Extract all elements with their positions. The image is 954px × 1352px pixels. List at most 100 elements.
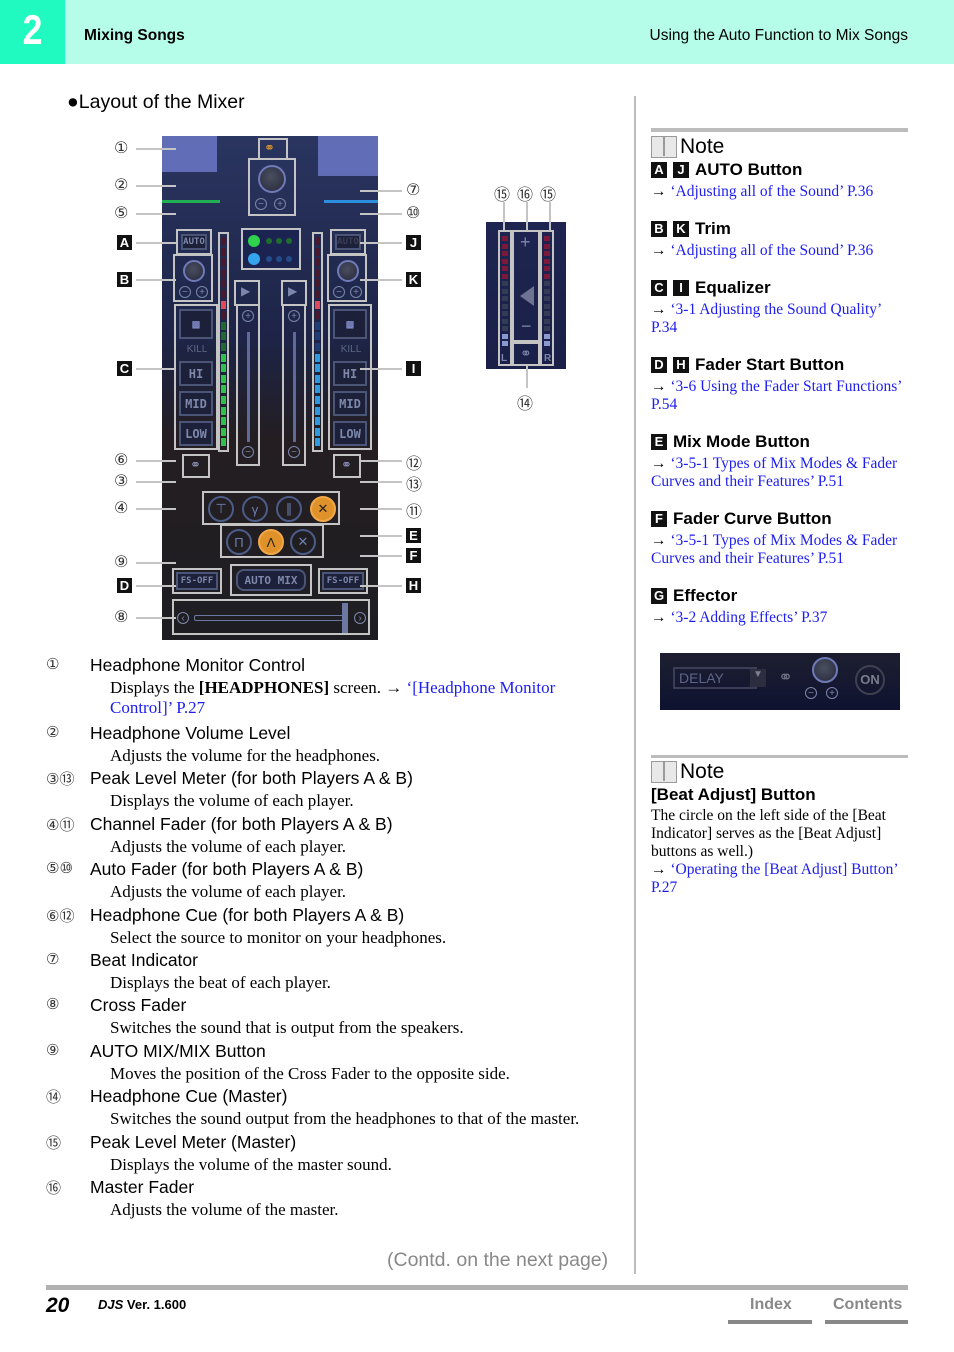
callout-line [136, 279, 176, 281]
low-button-a[interactable]: LOW [179, 421, 213, 446]
trim-knob-b[interactable] [337, 260, 359, 282]
effect-on-button[interactable]: ON [855, 665, 885, 695]
chevron-right-icon[interactable]: › [354, 612, 366, 624]
meter-segment [315, 343, 320, 351]
auto-mix-frame: AUTO MIX [230, 564, 312, 596]
meter-segment [315, 427, 320, 436]
chevron-down-icon[interactable]: ▼ [750, 669, 766, 687]
cross-fader-handle[interactable] [342, 603, 348, 633]
headphone-cue-a[interactable]: ⚭ [182, 454, 210, 478]
beat-adjust-button-b[interactable] [248, 253, 260, 265]
fader-start-button-b[interactable]: FS-OFF [322, 572, 364, 590]
plus-icon[interactable]: + [274, 198, 286, 210]
plus-icon[interactable]: + [350, 286, 362, 298]
index-link[interactable]: Index [750, 1296, 792, 1314]
meter-segment [315, 258, 320, 267]
note-link[interactable]: ‘Operating the [Beat Adjust] Button’ P.2… [651, 861, 897, 896]
beat-adjust-button-a[interactable] [248, 235, 260, 247]
auto-mix-button[interactable]: AUTO MIX [236, 569, 306, 591]
chapter-title: Mixing Songs [84, 27, 185, 44]
item-title: Auto Fader (for both Players A & B) [90, 859, 364, 879]
callout-line [526, 202, 528, 232]
fader-curve-1[interactable]: Π [226, 529, 252, 555]
minus-icon[interactable]: − [333, 286, 345, 298]
cross-fader[interactable]: ‹ › [172, 599, 370, 635]
auto-button-a[interactable]: AUTO [181, 234, 207, 250]
callout-marker: ③ [114, 471, 129, 490]
meter-segment [221, 438, 226, 447]
headphone-cue-b[interactable]: ⚭ [333, 454, 361, 478]
trim-b: − + [327, 254, 367, 302]
auto-fader-button-a[interactable]: ▶ [234, 280, 260, 306]
chevron-left-icon[interactable]: ‹ [177, 612, 189, 624]
plus-icon[interactable]: + [196, 286, 208, 298]
arrow-icon: → [651, 532, 667, 549]
hi-button-b[interactable]: HI [333, 361, 367, 386]
headphone-volume-knob[interactable] [258, 165, 286, 193]
meter-segment [544, 266, 550, 271]
fader-curve-2-active[interactable]: Λ [258, 529, 284, 555]
item-link[interactable]: Control]’ P.27 [110, 698, 205, 717]
headphone-cue-master[interactable]: ⚭ [512, 342, 540, 366]
plus-icon[interactable]: + [826, 687, 838, 699]
note-rule [651, 755, 908, 758]
right-label: R [544, 353, 552, 364]
master-peak-meter-right: R [540, 230, 554, 366]
mid-button-b[interactable]: MID [333, 391, 367, 416]
effect-knob[interactable] [812, 657, 838, 683]
item-description: Adjusts the volume for the headphones. [110, 746, 381, 765]
meter-segment [221, 321, 226, 330]
note-link[interactable]: ‘3-6 Using the Fader Start Functions’ P.… [651, 378, 901, 413]
contents-link[interactable]: Contents [833, 1296, 902, 1314]
meter-segment [544, 318, 550, 324]
item-description: Adjusts the volume of each player. [110, 882, 347, 901]
note-link[interactable]: ‘3-5-1 Types of Mix Modes & Fader Curves… [651, 455, 897, 490]
minus-icon[interactable]: − [805, 687, 817, 699]
fader-curve-3[interactable]: ✕ [290, 529, 316, 555]
callout-line [360, 190, 402, 192]
callout-line [360, 585, 402, 587]
mix-mode-2[interactable]: γ [242, 496, 268, 522]
meter-segment [502, 326, 508, 331]
meter-segment [221, 385, 226, 394]
meter-segment [544, 333, 550, 339]
channel-fader-b[interactable]: + − [282, 304, 306, 466]
arrow-icon: → [651, 455, 667, 472]
mix-mode-3[interactable]: ∥ [276, 496, 302, 522]
headphone-monitor-control[interactable]: ⚭ [258, 138, 288, 160]
item-link[interactable]: ‘[Headphone Monitor [407, 678, 556, 697]
kill-button-a[interactable]: ▩ [179, 309, 213, 339]
note-link[interactable]: ‘3-2 Adding Effects’ P.37 [670, 609, 827, 626]
minus-icon[interactable]: − [179, 286, 191, 298]
section-header-title: Using the Auto Function to Mix Songs [649, 27, 908, 44]
headphone-icon[interactable]: ⚭ [778, 667, 793, 688]
item-description: Displays the beat of each player. [110, 973, 331, 992]
note-link[interactable]: ‘3-5-1 Types of Mix Modes & Fader Curves… [651, 532, 897, 567]
meter-segment [502, 303, 508, 309]
item-title: AUTO MIX/MIX Button [90, 1041, 266, 1061]
auto-button-b[interactable]: AUTO [335, 234, 361, 250]
effect-select[interactable]: DELAY [673, 667, 757, 689]
mid-button-a[interactable]: MID [179, 391, 213, 416]
note-heading: Note [651, 760, 724, 784]
note-entry: D H Fader Start Button → ‘3-6 Using the Fa… [651, 355, 911, 414]
note-entry-title: Fader Start Button [695, 355, 845, 374]
kill-button-b[interactable]: ▩ [333, 309, 367, 339]
note-link[interactable]: ‘Adjusting all of the Sound’ P.36 [670, 183, 873, 200]
auto-fader-button-b[interactable]: ▶ [281, 280, 307, 306]
master-fader[interactable]: + − [512, 230, 540, 342]
meter-segment [544, 288, 550, 294]
channel-fader-a[interactable]: + − [236, 304, 260, 466]
mix-mode-4-active[interactable]: ✕ [310, 496, 336, 522]
hi-button-a[interactable]: HI [179, 361, 213, 386]
trim-knob-a[interactable] [183, 260, 205, 282]
meter-segment [315, 385, 320, 394]
minus-icon[interactable]: − [255, 198, 267, 210]
note-link[interactable]: ‘3-1 Adjusting the Sound Quality’ P.34 [651, 301, 881, 336]
low-button-b[interactable]: LOW [333, 421, 367, 446]
mix-mode-1[interactable]: ⊤ [208, 496, 234, 522]
fader-start-button-a[interactable]: FS-OFF [176, 572, 218, 590]
item-description: Moves the position of the Cross Fader to… [110, 1064, 510, 1083]
meter-segment [544, 281, 550, 286]
note-link[interactable]: ‘Adjusting all of the Sound’ P.36 [670, 242, 873, 259]
